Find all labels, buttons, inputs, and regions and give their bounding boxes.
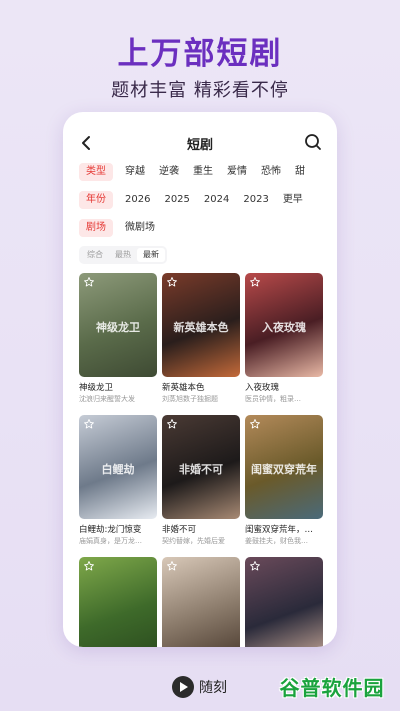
drama-description: 契约替嫁，先婚后爱: [162, 537, 225, 545]
filter-key-year[interactable]: 年份: [79, 191, 113, 209]
filter-option[interactable]: 2023: [243, 191, 268, 209]
drama-description: 庙娟真身，是万龙…: [79, 537, 142, 545]
sort-option-newest[interactable]: 最新: [137, 248, 165, 262]
favorite-star-icon[interactable]: [166, 276, 178, 288]
hero-subtitle: 题材丰富 精彩看不停: [111, 80, 289, 101]
favorite-star-icon[interactable]: [249, 418, 261, 430]
brand: 随刻: [172, 676, 227, 698]
year-filter-row: 年份 2026 2025 2024 2023 更早: [79, 190, 317, 210]
drama-poster[interactable]: [162, 557, 240, 647]
drama-card[interactable]: [162, 557, 240, 647]
drama-card[interactable]: 神级龙卫 神级龙卫 沈浪归来醒誓大发: [79, 273, 157, 404]
poster-title-art: 闺蜜双穿荒年: [251, 462, 317, 476]
drama-poster[interactable]: 闺蜜双穿荒年: [245, 415, 323, 519]
drama-card[interactable]: [245, 557, 323, 647]
type-filter-row: 类型 穿越 逆袭 重生 爱情 恐怖 甜: [79, 162, 319, 182]
filter-option[interactable]: 更早: [283, 191, 303, 209]
filter-option[interactable]: 重生: [193, 163, 213, 181]
poster-title-art: 白鲤劫: [101, 462, 135, 476]
favorite-star-icon[interactable]: [83, 418, 95, 430]
drama-card[interactable]: 新英雄本色 新英雄本色 刘蒸旭数子独掘题: [162, 273, 240, 404]
filter-option[interactable]: 2026: [125, 191, 150, 209]
favorite-star-icon[interactable]: [166, 418, 178, 430]
site-watermark: 谷普软件园: [279, 675, 385, 700]
drama-card[interactable]: 非婚不可 非婚不可 契约替嫁，先婚后爱: [162, 415, 240, 546]
drama-poster[interactable]: 非婚不可: [162, 415, 240, 519]
poster-title-art: 入夜玫瑰: [262, 320, 306, 334]
filter-option[interactable]: 逆袭: [159, 163, 179, 181]
play-logo-icon: [172, 676, 194, 698]
drama-title: 入夜玫瑰: [245, 383, 280, 393]
drama-card[interactable]: 闺蜜双穿荒年闺蜜双穿荒年，… 姜鼓挂夫，财色我…: [245, 415, 323, 546]
drama-poster[interactable]: 新英雄本色: [162, 273, 240, 377]
drama-title: 闺蜜双穿荒年，…: [245, 525, 314, 535]
phone-screen: 短剧 类型 穿越 逆袭 重生 爱情 恐怖 甜 年份 2026 2025 2024…: [63, 112, 337, 647]
filter-option[interactable]: 恐怖: [261, 163, 281, 181]
filter-option[interactable]: 甜: [295, 163, 305, 181]
favorite-star-icon[interactable]: [249, 560, 261, 572]
filter-option[interactable]: 2025: [164, 191, 189, 209]
drama-poster[interactable]: [245, 557, 323, 647]
drama-poster[interactable]: 白鲤劫: [79, 415, 157, 519]
filter-option[interactable]: 微剧场: [125, 219, 155, 237]
drama-title: 非婚不可: [162, 525, 197, 535]
drama-card[interactable]: 入夜玫瑰 入夜玫瑰 医员钟情，粗录…: [245, 273, 323, 404]
drama-description: 医员钟情，粗录…: [245, 395, 301, 403]
filter-option[interactable]: 爱情: [227, 163, 247, 181]
brand-name: 随刻: [199, 680, 227, 696]
sort-segmented-control: 综合 最热 最新: [79, 246, 167, 264]
drama-card[interactable]: 白鲤劫白鲤劫:龙门惊变 庙娟真身，是万龙…: [79, 415, 157, 546]
drama-card[interactable]: [79, 557, 157, 647]
drama-poster[interactable]: 神级龙卫: [79, 273, 157, 377]
filter-option[interactable]: 穿越: [125, 163, 145, 181]
sort-option-comprehensive[interactable]: 综合: [81, 248, 109, 262]
top-bar: 短剧: [63, 128, 337, 158]
drama-title: 神级龙卫: [79, 383, 114, 393]
poster-title-art: 神级龙卫: [96, 320, 140, 334]
poster-title-art: 新英雄本色: [173, 320, 229, 334]
drama-description: 沈浪归来醒誓大发: [79, 395, 135, 403]
drama-title: 白鲤劫:龙门惊变: [79, 525, 142, 535]
theater-filter-row: 剧场 微剧场: [79, 218, 169, 238]
sort-option-hottest[interactable]: 最热: [109, 248, 137, 262]
favorite-star-icon[interactable]: [249, 276, 261, 288]
drama-description: 姜鼓挂夫，财色我…: [245, 537, 308, 545]
poster-title-art: 非婚不可: [179, 462, 223, 476]
drama-description: 刘蒸旭数子独掘题: [162, 395, 218, 403]
drama-poster[interactable]: [79, 557, 157, 647]
drama-title: 新英雄本色: [162, 383, 205, 393]
page-title: 短剧: [186, 138, 213, 153]
favorite-star-icon[interactable]: [83, 560, 95, 572]
filter-key-theater[interactable]: 剧场: [79, 219, 113, 237]
filter-key-type[interactable]: 类型: [79, 163, 113, 181]
drama-poster[interactable]: 入夜玫瑰: [245, 273, 323, 377]
filter-option[interactable]: 2024: [204, 191, 229, 209]
hero-title: 上万部短剧: [117, 36, 283, 72]
search-icon[interactable]: [303, 132, 323, 152]
favorite-star-icon[interactable]: [166, 560, 178, 572]
favorite-star-icon[interactable]: [83, 276, 95, 288]
